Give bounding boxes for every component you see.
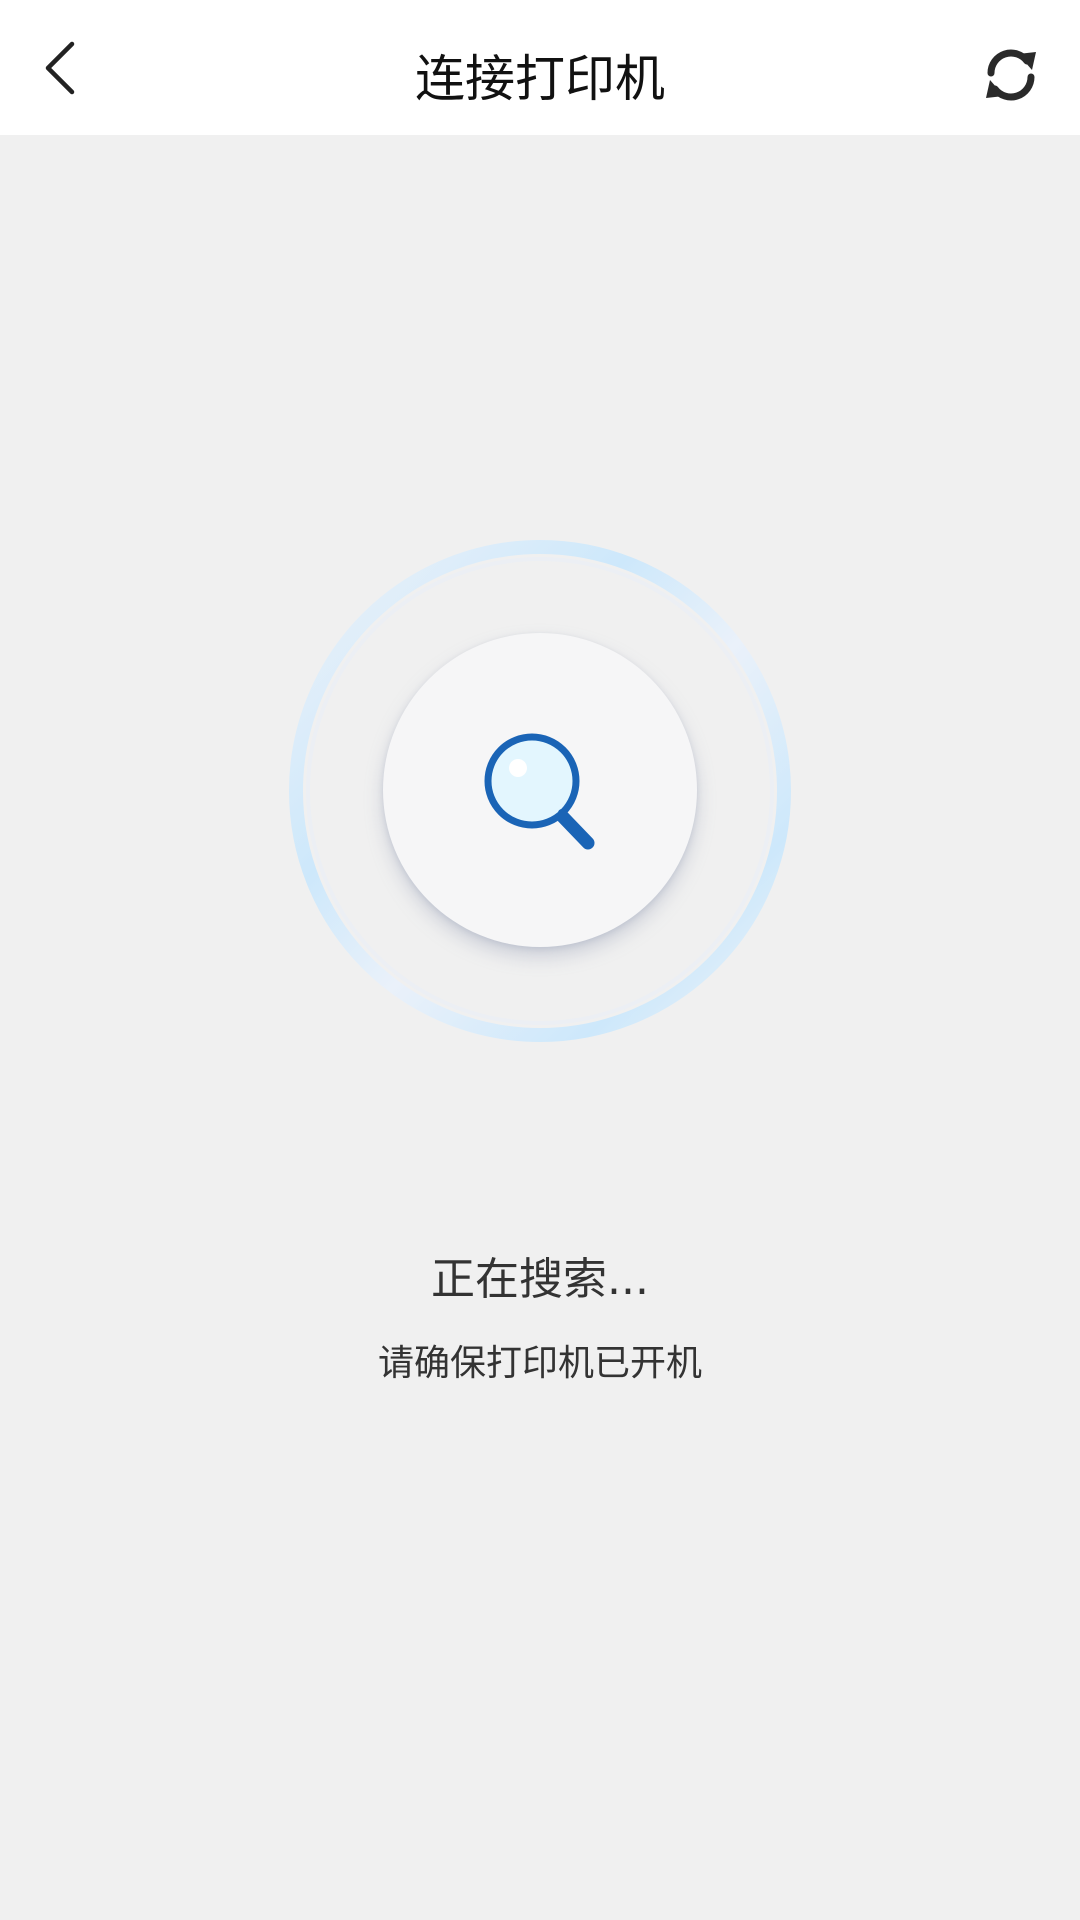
page-title: 连接打印机 bbox=[415, 50, 665, 108]
search-icon bbox=[484, 733, 595, 850]
search-status-text: 正在搜索... bbox=[431, 1254, 649, 1305]
search-hint-text: 请确保打印机已开机 bbox=[377, 1343, 702, 1384]
refresh-button[interactable] bbox=[975, 45, 1047, 105]
refresh-icon bbox=[986, 49, 1036, 101]
top-app-bar: 连接打印机 bbox=[0, 0, 1080, 135]
